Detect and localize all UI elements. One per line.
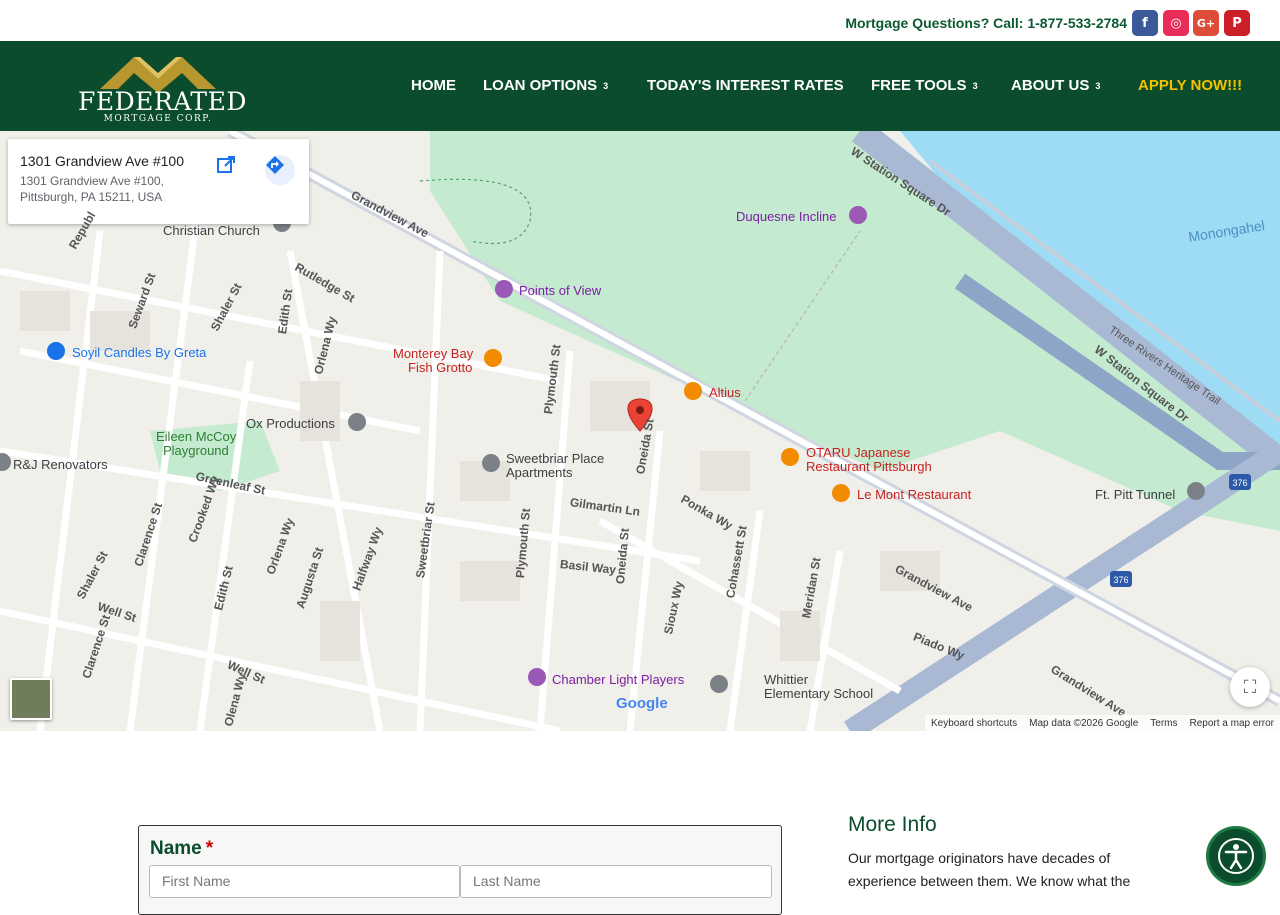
poi-generic-icon[interactable] (482, 454, 500, 472)
nav-apply-label: APPLY NOW!!! (1138, 77, 1243, 94)
chevron-down-icon: 3 (1095, 81, 1101, 91)
poi-restaurant-icon[interactable] (684, 382, 702, 400)
poi-eileen-1[interactable]: Eileen McCoy (156, 429, 236, 444)
open-in-maps-icon[interactable] (216, 155, 246, 185)
poi-generic-icon[interactable] (348, 413, 366, 431)
poi-duquesne[interactable]: Duquesne Incline (736, 209, 836, 224)
poi-camera-icon[interactable] (495, 280, 513, 298)
required-marker: * (205, 838, 214, 859)
nav-about-label: ABOUT US (1011, 77, 1090, 94)
google-plus-glyph: G+ (1196, 16, 1216, 30)
shield-376b: 376 (1113, 575, 1128, 585)
google-logo-text: Google (616, 695, 668, 712)
contact-form: Name * First Name Last Name (138, 825, 782, 915)
place-card: 1301 Grandview Ave #100 1301 Grandview A… (8, 139, 309, 224)
instagram-glyph: ◎ (1170, 15, 1182, 31)
poi-shop-icon[interactable] (47, 342, 65, 360)
chevron-down-icon: 3 (603, 81, 609, 91)
facebook-glyph: f (1142, 15, 1148, 31)
first-name-field[interactable]: First Name (149, 865, 460, 898)
more-info-body: Our mortgage originators have decades of… (848, 850, 1131, 889)
nav-home-label: HOME (411, 77, 456, 94)
poi-ft-pitt[interactable]: Ft. Pitt Tunnel (1095, 487, 1175, 502)
main-nav: FEDERATED MORTGAGE CORP. HOME LOAN OPTIO… (0, 41, 1280, 131)
directions-icon[interactable] (265, 155, 295, 185)
map-data-text: Map data ©2026 Google (1029, 717, 1139, 729)
poi-soyil[interactable]: Soyil Candles By Greta (72, 345, 206, 360)
poi-sweetbriar-2[interactable]: Apartments (506, 465, 572, 480)
poi-eileen-2[interactable]: Playground (163, 443, 229, 458)
poi-restaurant-icon[interactable] (484, 349, 502, 367)
name-label-text: Name (150, 838, 202, 859)
name-label: Name * (150, 838, 213, 860)
poi-attraction-icon[interactable] (849, 206, 867, 224)
map-footer: Keyboard shortcuts Map data ©2026 Google… (924, 715, 1280, 731)
nav-tools-label: FREE TOOLS (871, 77, 967, 94)
place-title: 1301 Grandview Ave #100 (20, 153, 184, 169)
logo-sub: MORTGAGE CORP. (103, 114, 213, 124)
pinterest-icon[interactable]: P (1224, 10, 1250, 36)
poi-school-icon[interactable] (710, 675, 728, 693)
poi-monterey-2[interactable]: Fish Grotto (408, 360, 472, 375)
google-map[interactable]: 376 376 1301 Grandview Ave #100 1301 Gra… (0, 131, 1280, 731)
terms-link[interactable]: Terms (1150, 718, 1177, 729)
poi-whittier-2[interactable]: Elementary School (764, 686, 873, 701)
google-logo: Google (616, 695, 668, 712)
last-name-field[interactable]: Last Name (460, 865, 772, 898)
nav-free-tools[interactable]: FREE TOOLS 3 (871, 77, 978, 94)
google-plus-icon[interactable]: G+ (1193, 10, 1219, 36)
nav-interest-rates[interactable]: TODAY'S INTEREST RATES (647, 77, 844, 94)
satellite-toggle[interactable] (10, 678, 52, 720)
poi-points-of-view[interactable]: Points of View (519, 283, 601, 298)
accessibility-icon[interactable] (1206, 826, 1266, 886)
poi-christian[interactable]: Christian Church (163, 223, 260, 238)
nav-loan-label: LOAN OPTIONS (483, 77, 598, 94)
nav-about-us[interactable]: ABOUT US 3 (1011, 77, 1100, 94)
nav-apply-now[interactable]: APPLY NOW!!! (1138, 77, 1242, 94)
logo-word: FEDERATED (78, 87, 247, 116)
poi-sweetbriar-1[interactable]: Sweetbriar Place (506, 451, 604, 466)
poi-ox[interactable]: Ox Productions (246, 416, 335, 431)
chevron-down-icon: 3 (972, 81, 978, 91)
poi-restaurant-icon[interactable] (832, 484, 850, 502)
keyboard-shortcuts-link[interactable]: Keyboard shortcuts (931, 718, 1017, 729)
facebook-icon[interactable]: f (1132, 10, 1158, 36)
poi-lemont[interactable]: Le Mont Restaurant (857, 487, 971, 502)
poi-tunnel-icon[interactable] (1187, 482, 1205, 500)
fullscreen-icon[interactable]: ⛶ (1230, 667, 1270, 707)
poi-theater-icon[interactable] (528, 668, 546, 686)
top-bar: Mortgage Questions? Call: 1-877-533-2784… (0, 0, 1280, 41)
shield-376a: 376 (1232, 478, 1247, 488)
poi-otaru-2[interactable]: Restaurant Pittsburgh (806, 459, 932, 474)
logo[interactable]: FEDERATED MORTGAGE CORP. (78, 53, 247, 133)
poi-chamber[interactable]: Chamber Light Players (552, 672, 684, 687)
place-address: 1301 Grandview Ave #100, Pittsburgh, PA … (20, 174, 164, 204)
nav-home[interactable]: HOME (411, 77, 456, 94)
nav-rates-label: TODAY'S INTEREST RATES (647, 77, 844, 94)
poi-rj[interactable]: R&J Renovators (13, 457, 108, 472)
phone-text[interactable]: Mortgage Questions? Call: 1-877-533-2784 (845, 15, 1127, 31)
poi-monterey-1[interactable]: Monterey Bay (393, 346, 473, 361)
poi-otaru-1[interactable]: OTARU Japanese (806, 445, 911, 460)
instagram-icon[interactable]: ◎ (1163, 10, 1189, 36)
poi-altius[interactable]: Altius (709, 385, 741, 400)
pinterest-glyph: P (1232, 15, 1242, 31)
more-info-title: More Info (848, 813, 937, 836)
report-error-link[interactable]: Report a map error (1190, 718, 1274, 729)
nav-loan-options[interactable]: LOAN OPTIONS 3 (483, 77, 608, 94)
poi-whittier-1[interactable]: Whittier (764, 672, 808, 687)
poi-restaurant-icon[interactable] (781, 448, 799, 466)
